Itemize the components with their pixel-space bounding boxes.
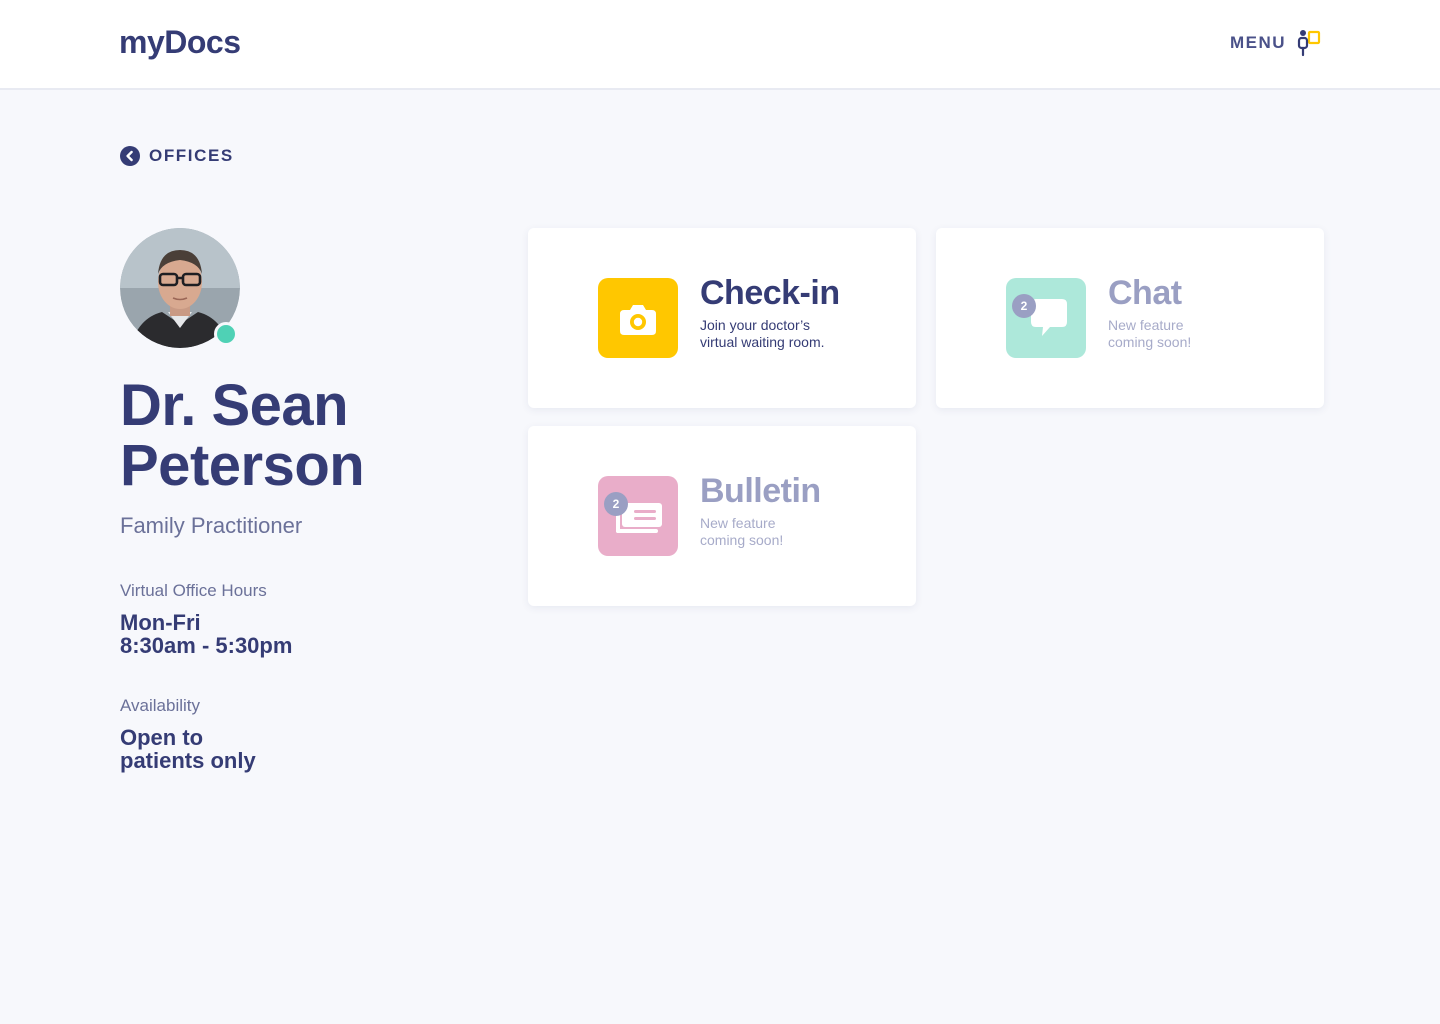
checkin-subtitle-line-2: virtual waiting room.	[700, 334, 825, 350]
office-hours-label: Virtual Office Hours	[120, 581, 267, 600]
office-hours-time: 8:30am - 5:30pm	[120, 633, 293, 658]
availability-line-1: Open to	[120, 725, 204, 750]
bulletin-notification-badge: 2	[604, 492, 628, 516]
checkin-icon-tile	[598, 278, 678, 358]
doctor-name: Dr. Sean Peterson	[120, 373, 365, 498]
online-status-indicator	[214, 322, 238, 346]
availability-line-2: patients only	[120, 748, 256, 773]
bulletin-subtitle-line-2: coming soon!	[700, 532, 784, 548]
newspaper-icon	[616, 503, 662, 533]
bulletin-title: Bulletin	[700, 472, 821, 510]
chevron-left-circle-icon	[120, 146, 140, 166]
bulletin-subtitle: New feature coming soon!	[700, 515, 890, 549]
chat-notification-badge: 2	[1012, 294, 1036, 318]
top-header: myDocs MENU	[0, 0, 1440, 90]
chat-subtitle-line-2: coming soon!	[1108, 334, 1192, 350]
checkin-subtitle: Join your doctor’s virtual waiting room.	[700, 317, 890, 351]
person-door-icon	[1297, 30, 1321, 57]
chat-icon-tile: 2	[1006, 278, 1086, 358]
back-to-offices-link[interactable]: OFFICES	[120, 146, 234, 166]
doctor-specialty: Family Practitioner	[120, 513, 303, 538]
checkin-card[interactable]: Check-in Join your doctor’s virtual wait…	[528, 228, 916, 408]
bulletin-subtitle-line-1: New feature	[700, 515, 776, 531]
bulletin-card[interactable]: 2 Bulletin New feature coming soon!	[528, 426, 916, 606]
app-logo[interactable]: myDocs	[119, 24, 241, 61]
camera-icon	[620, 305, 656, 335]
bulletin-icon-tile: 2	[598, 476, 678, 556]
doctor-avatar-container	[120, 228, 240, 348]
office-hours-days: Mon-Fri	[120, 610, 201, 635]
checkin-title: Check-in	[700, 274, 840, 312]
checkin-subtitle-line-1: Join your doctor’s	[700, 317, 810, 333]
chat-title: Chat	[1108, 274, 1182, 312]
chat-subtitle: New feature coming soon!	[1108, 317, 1298, 351]
availability-label: Availability	[120, 696, 201, 715]
menu-label: MENU	[1229, 33, 1286, 52]
chat-card[interactable]: 2 Chat New feature coming soon!	[936, 228, 1324, 408]
back-link-label: OFFICES	[149, 146, 234, 165]
chat-bubble-icon	[1031, 299, 1067, 336]
chat-subtitle-line-1: New feature	[1108, 317, 1184, 333]
menu-button[interactable]: MENU	[1230, 28, 1322, 58]
